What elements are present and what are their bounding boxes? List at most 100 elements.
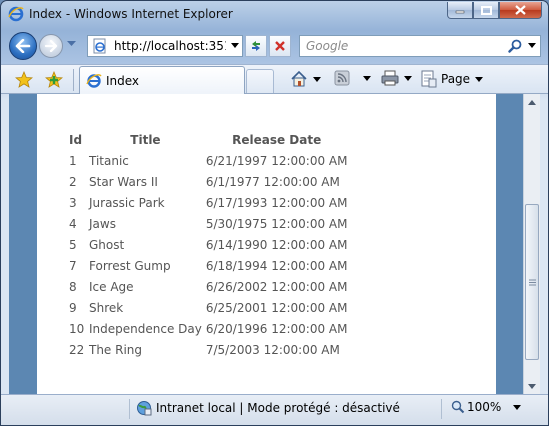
table-header-row: Id Title Release Date <box>67 132 349 150</box>
rss-icon <box>334 70 350 86</box>
maximize-icon <box>480 5 492 15</box>
minimize-button[interactable] <box>447 2 473 19</box>
zoom-level: 100% <box>467 400 502 414</box>
page-menu-button[interactable]: Page <box>421 70 484 88</box>
search-input[interactable]: Google <box>306 39 348 53</box>
title-bar: Index - Windows Internet Explorer <box>1 1 548 27</box>
minimize-icon <box>455 10 465 14</box>
refresh-button[interactable] <box>245 35 267 57</box>
page-dropdown-icon[interactable] <box>475 76 484 82</box>
cell-title: Ice Age <box>89 279 134 294</box>
cell-title: Independence Day <box>89 321 202 336</box>
table-row: 8 Ice Age 6/26/2002 12:00:00 AM <box>67 276 349 297</box>
cell-release-date: 6/18/1994 12:00:00 AM <box>205 258 348 273</box>
page-menu-label: Page <box>441 72 471 86</box>
ie-page-icon <box>86 74 102 88</box>
stop-icon <box>275 41 285 51</box>
cell-release-date: 6/14/1990 12:00:00 AM <box>205 237 348 252</box>
home-button[interactable] <box>290 70 321 88</box>
print-button[interactable] <box>381 70 412 86</box>
search-box[interactable]: Google <box>299 35 541 57</box>
page-content: Id Title Release Date 1 Titanic 6/21/1997 … <box>37 94 496 394</box>
search-icon[interactable] <box>508 39 522 53</box>
table-row: 3 Jurassic Park 6/17/1993 12:00:00 AM <box>67 192 349 213</box>
tab-bar: Index Page <box>1 64 548 95</box>
scrollbar-thumb[interactable] <box>525 204 539 360</box>
address-bar[interactable]: http://localhost:3512 <box>87 35 243 57</box>
cell-release-date: 7/5/2003 12:00:00 AM <box>205 342 340 357</box>
home-dropdown-icon[interactable] <box>313 76 321 82</box>
cell-id: 5 <box>69 237 77 252</box>
forward-button[interactable] <box>39 34 63 58</box>
vertical-scrollbar[interactable] <box>523 94 540 394</box>
cell-title: Jurassic Park <box>89 195 165 210</box>
navigation-bar: http://localhost:3512 Google <box>1 29 548 63</box>
toolbar-divider <box>73 69 74 91</box>
cell-id: 3 <box>69 195 77 210</box>
back-arrow-icon <box>15 39 31 53</box>
column-header-title: Title <box>130 133 161 147</box>
window-title: Index - Windows Internet Explorer <box>29 7 233 21</box>
cell-id: 4 <box>69 216 77 231</box>
status-divider <box>441 399 442 419</box>
refresh-icon <box>252 41 260 51</box>
cell-release-date: 6/17/1993 12:00:00 AM <box>205 195 348 210</box>
new-tab-button[interactable] <box>246 69 274 93</box>
table-row: 5 Ghost 6/14/1990 12:00:00 AM <box>67 234 349 255</box>
status-divider <box>129 399 130 419</box>
cell-release-date: 6/26/2002 12:00:00 AM <box>205 279 348 294</box>
ie-icon <box>8 6 24 22</box>
cell-release-date: 6/20/1996 12:00:00 AM <box>205 321 348 336</box>
cell-title: Star Wars II <box>89 174 158 189</box>
movies-table: Id Title Release Date 1 Titanic 6/21/1997 … <box>67 132 349 360</box>
search-options-dropdown-icon[interactable] <box>528 43 536 48</box>
window-controls <box>447 2 542 19</box>
printer-icon <box>381 70 399 86</box>
maximize-button[interactable] <box>473 2 499 19</box>
page-viewport: Id Title Release Date 1 Titanic 6/21/1997 … <box>9 94 524 394</box>
close-icon <box>515 5 526 15</box>
scroll-down-button[interactable] <box>524 378 540 394</box>
close-button[interactable] <box>499 2 542 19</box>
cell-title: Jaws <box>89 216 116 231</box>
url-dropdown-icon[interactable] <box>231 43 239 48</box>
zoom-icon <box>451 400 465 414</box>
table-row: 2 Star Wars II 6/1/1977 12:00:00 AM <box>67 171 349 192</box>
star-icon[interactable] <box>15 71 33 89</box>
cell-id: 8 <box>69 279 77 294</box>
stop-button[interactable] <box>269 35 291 57</box>
grip-icon <box>528 279 536 285</box>
history-dropdown-icon[interactable] <box>67 41 76 47</box>
column-header-release-date: Release Date <box>232 133 322 147</box>
zoom-control[interactable]: 100% <box>451 400 522 414</box>
cell-title: Forrest Gump <box>89 258 171 273</box>
cell-id: 7 <box>69 258 77 273</box>
table-row: 1 Titanic 6/21/1997 12:00:00 AM <box>67 150 349 171</box>
tab-label: Index <box>106 74 140 88</box>
cell-title: Ghost <box>89 237 125 252</box>
cell-title: The Ring <box>89 342 143 357</box>
cell-id: 10 <box>69 321 85 336</box>
table-row: 9 Shrek 6/25/2001 12:00:00 AM <box>67 297 349 318</box>
cell-id: 9 <box>69 300 77 315</box>
table-body: 1 Titanic 6/21/1997 12:00:00 AM 2 Star Wars … <box>67 150 349 360</box>
cell-id: 2 <box>69 174 77 189</box>
feeds-dropdown-icon[interactable] <box>363 75 371 81</box>
scroll-up-button[interactable] <box>524 94 540 110</box>
cell-id: 1 <box>69 153 77 168</box>
cell-release-date: 6/1/1977 12:00:00 AM <box>205 174 340 189</box>
url-field[interactable]: http://localhost:3512 <box>114 39 226 53</box>
add-favorite-icon[interactable] <box>45 71 63 89</box>
cell-release-date: 6/25/2001 12:00:00 AM <box>205 300 348 315</box>
scroll-down-icon <box>528 383 536 389</box>
column-header-id: Id <box>69 133 83 147</box>
security-zone[interactable]: Intranet local | Mode protégé : désactiv… <box>136 400 400 416</box>
zoom-dropdown-icon[interactable] <box>513 404 522 410</box>
cell-release-date: 5/30/1975 12:00:00 AM <box>205 216 348 231</box>
browser-window: Index - Windows Internet Explorer http:/… <box>0 0 549 426</box>
page-icon <box>93 38 106 54</box>
print-dropdown-icon[interactable] <box>404 75 412 81</box>
feeds-button[interactable] <box>334 70 371 86</box>
back-button[interactable] <box>9 32 37 60</box>
tab-index[interactable]: Index <box>79 66 245 95</box>
